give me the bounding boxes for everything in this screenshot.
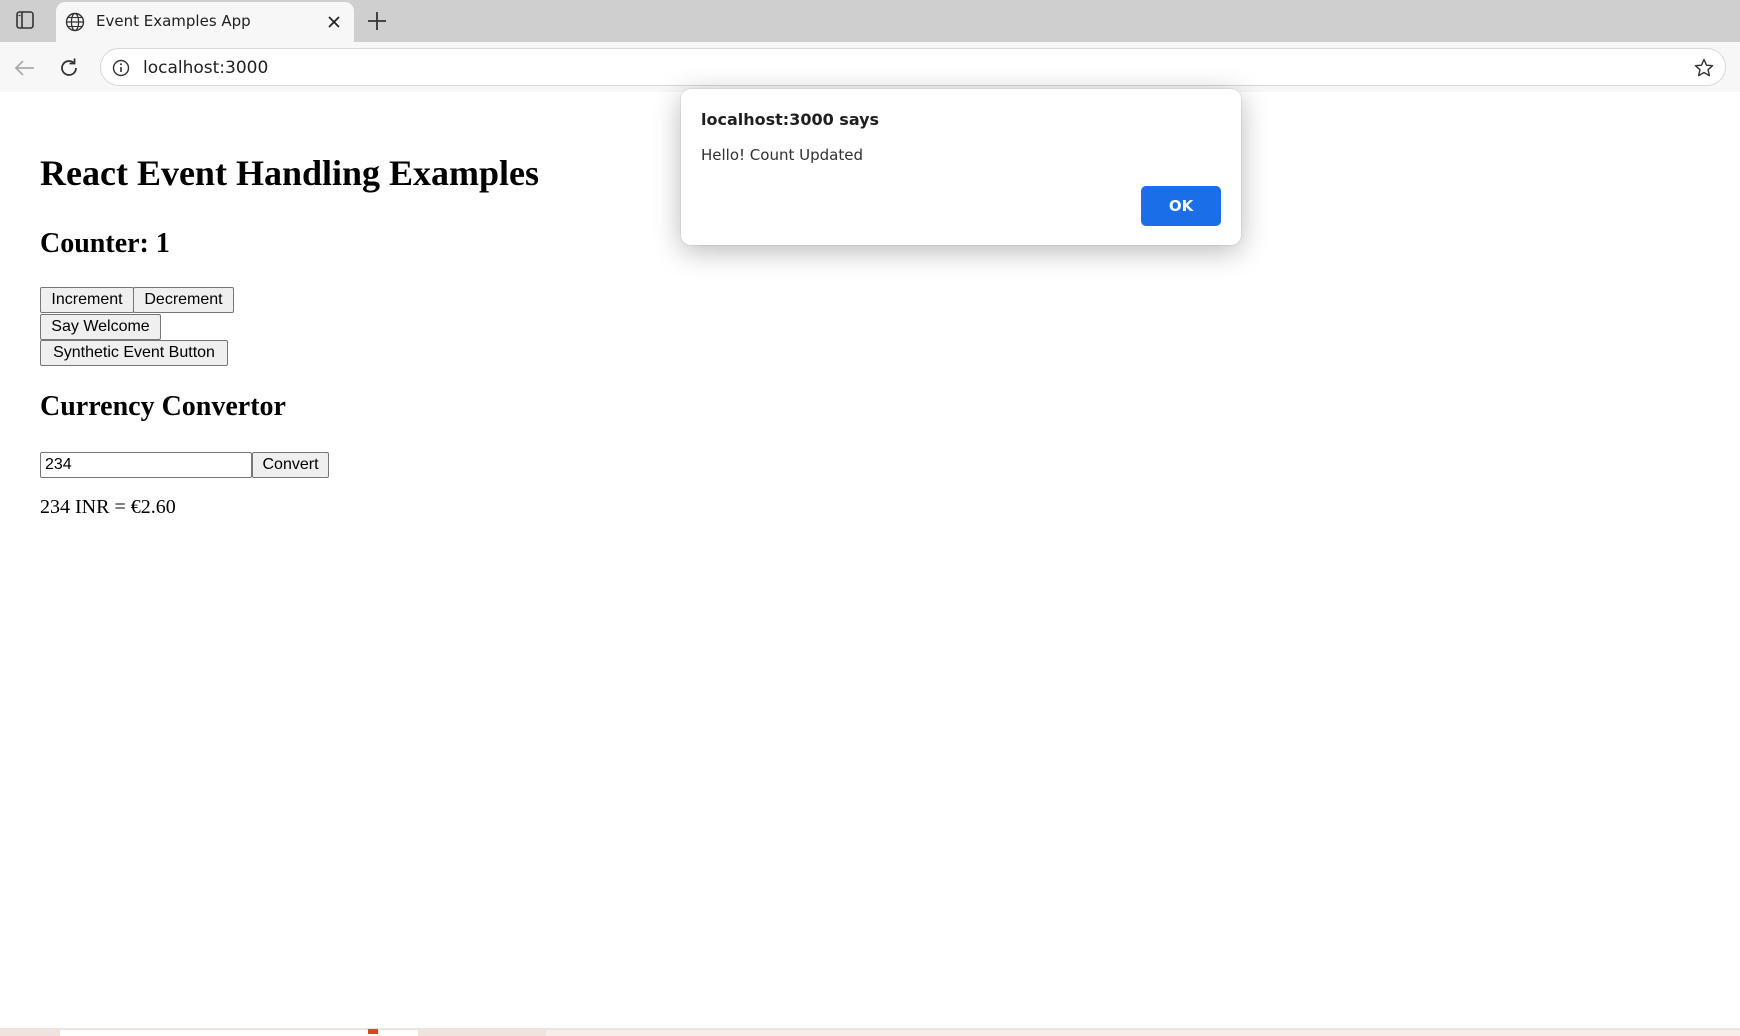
convert-button[interactable]: Convert <box>252 452 329 478</box>
page-title: React Event Handling Examples <box>40 153 540 193</box>
reload-icon[interactable] <box>56 55 82 81</box>
url-text[interactable]: localhost:3000 <box>143 58 268 78</box>
synthetic-event-button[interactable]: Synthetic Event Button <box>40 340 228 366</box>
arrow-left-icon[interactable] <box>12 55 38 81</box>
tab-strip: Event Examples App <box>0 0 1740 42</box>
dialog-message: Hello! Count Updated <box>701 146 863 164</box>
decrement-button[interactable]: Decrement <box>133 287 234 313</box>
globe-icon <box>64 11 86 33</box>
address-bar[interactable]: localhost:3000 <box>100 48 1726 86</box>
toolbar: localhost:3000 <box>0 42 1740 92</box>
currency-heading: Currency Convertor <box>40 391 286 422</box>
taskbar-segment <box>60 1030 418 1036</box>
info-icon[interactable] <box>111 58 131 78</box>
conversion-result: 234 INR = €2.60 <box>40 496 176 518</box>
tab-title: Event Examples App <box>96 12 251 30</box>
taskbar-segment <box>546 1030 1740 1036</box>
increment-button[interactable]: Increment <box>40 287 134 313</box>
ok-button[interactable]: OK <box>1141 186 1221 226</box>
close-icon[interactable] <box>324 12 344 32</box>
say-welcome-button[interactable]: Say Welcome <box>40 314 161 340</box>
star-icon[interactable] <box>1693 57 1715 79</box>
alert-dialog: localhost:3000 says Hello! Count Updated… <box>681 89 1241 245</box>
tab-active[interactable]: Event Examples App <box>56 2 354 42</box>
plus-icon[interactable] <box>364 8 390 34</box>
taskbar-edge <box>0 1028 1740 1036</box>
counter-heading: Counter: 1 <box>40 228 170 259</box>
taskbar-indicator <box>368 1029 378 1034</box>
dialog-title: localhost:3000 says <box>701 110 880 129</box>
sidebar-icon[interactable] <box>14 9 36 31</box>
amount-input[interactable] <box>40 452 252 478</box>
browser-window: Event Examples App localhost:3000 React … <box>0 0 1740 1036</box>
